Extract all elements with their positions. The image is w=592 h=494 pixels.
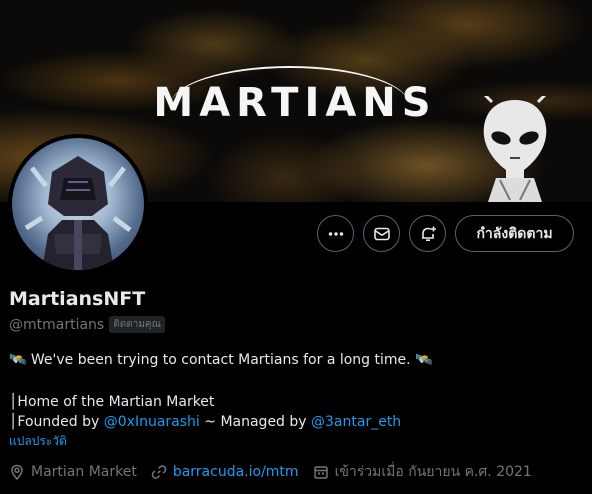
founder-mention-link[interactable]: @0xInuarashi [104, 414, 200, 430]
bio-line-1: 🛰️ We've been trying to contact Martians… [9, 352, 433, 368]
bio-blank-line [9, 370, 584, 392]
location-text: Martian Market [31, 464, 137, 480]
joined-item: เข้าร่วมเมื่อ กันยายน ค.ศ. 2021 [313, 461, 532, 483]
bio-line-2: │Home of the Martian Market [9, 394, 215, 410]
joined-date-text: เข้าร่วมเมื่อ กันยายน ค.ศ. 2021 [334, 464, 532, 480]
following-button[interactable]: กำลังติดตาม [455, 215, 574, 252]
website-link[interactable]: barracuda.io/mtm [173, 464, 299, 480]
mail-icon [373, 227, 390, 240]
alien-illustration [483, 96, 547, 202]
handle-row: @mtmartians ติดตามคุณ [9, 316, 165, 333]
profile-avatar[interactable] [8, 134, 148, 274]
location-item: Martian Market [9, 464, 137, 480]
more-icon [328, 231, 343, 236]
bio-founded-text: │Founded by [9, 414, 104, 430]
follows-you-badge: ติดตามคุณ [109, 316, 165, 333]
link-icon [151, 465, 167, 479]
avatar-character-art [24, 156, 132, 270]
profile-meta-row: Martian Market barracuda.io/mtm เข้าร่วม… [9, 461, 546, 483]
display-name: MartiansNFT [9, 288, 146, 310]
calendar-icon [313, 466, 328, 479]
bio-line-3: │Founded by @0xInuarashi ~ Managed by @3… [9, 412, 584, 432]
notifications-button[interactable] [409, 215, 446, 252]
more-button[interactable] [317, 215, 354, 252]
user-handle: @mtmartians [9, 316, 105, 333]
bell-plus-icon [421, 226, 436, 241]
website-item: barracuda.io/mtm [151, 464, 299, 480]
message-button[interactable] [363, 215, 400, 252]
location-pin-icon [11, 464, 23, 480]
profile-action-bar: กำลังติดตาม [317, 215, 574, 252]
manager-mention-link[interactable]: @3antar_eth [311, 414, 401, 430]
bio-managed-text: ~ Managed by [199, 414, 312, 430]
banner-logo: MARTIANS [153, 80, 437, 126]
profile-bio: 🛰️ We've been trying to contact Martians… [9, 350, 584, 432]
translate-bio-link[interactable]: แปลประวัติ [9, 432, 67, 451]
